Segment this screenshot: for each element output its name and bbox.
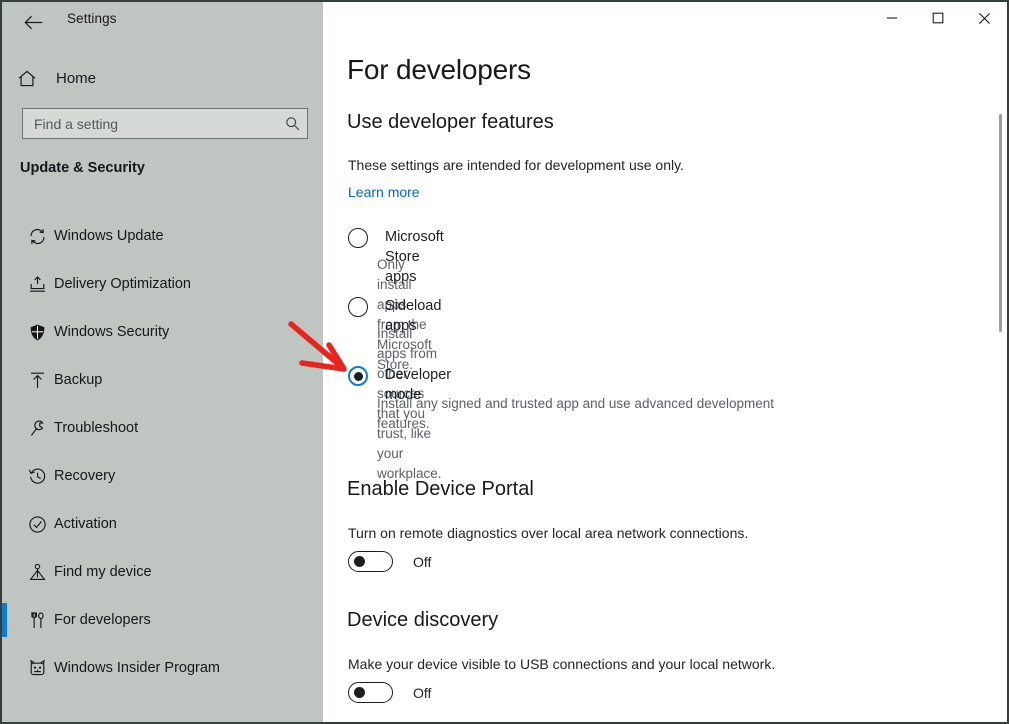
toggle-knob <box>354 687 365 698</box>
sidebar-category-title: Update & Security <box>20 160 145 176</box>
sidebar-item-label: Troubleshoot <box>54 420 139 436</box>
content-scrollbar[interactable] <box>997 36 1003 718</box>
radio-mark <box>348 228 368 248</box>
selection-indicator <box>2 219 7 253</box>
check-circle-icon <box>20 515 54 534</box>
search-box[interactable] <box>22 108 308 139</box>
search-icon[interactable] <box>277 109 307 138</box>
sidebar-item-label: Activation <box>54 516 117 532</box>
device-discovery-toggle-row: Off <box>348 682 431 703</box>
sidebar-item-troubleshoot[interactable]: Troubleshoot <box>2 404 323 452</box>
main-content: For developers Use developer features Th… <box>323 2 1007 722</box>
developer-features-heading: Use developer features <box>347 111 554 133</box>
sidebar-item-windows-insider-program[interactable]: Windows Insider Program <box>2 644 323 692</box>
dev-tools-icon <box>20 611 54 630</box>
search-input[interactable] <box>23 109 277 138</box>
device-discovery-heading: Device discovery <box>347 609 499 631</box>
selection-indicator <box>2 507 7 541</box>
device-discovery-toggle[interactable] <box>348 682 393 703</box>
selection-indicator <box>2 603 7 637</box>
sidebar-item-home-label: Home <box>56 69 97 87</box>
selection-indicator <box>2 651 7 685</box>
sidebar-item-windows-security[interactable]: Windows Security <box>2 308 323 356</box>
radio-mark <box>348 297 368 317</box>
sidebar-item-label: Windows Update <box>54 228 164 244</box>
app-title: Settings <box>67 11 117 26</box>
sidebar-item-label: Find my device <box>54 564 152 580</box>
device-portal-toggle-row: Off <box>348 551 431 572</box>
device-discovery-description: Make your device visible to USB connecti… <box>348 656 776 672</box>
sidebar: Settings Home Update & Security <box>2 2 323 722</box>
back-arrow-icon <box>23 15 42 29</box>
back-button[interactable] <box>16 8 50 36</box>
sidebar-item-for-developers[interactable]: For developers <box>2 596 323 644</box>
sidebar-item-label: Delivery Optimization <box>54 276 191 292</box>
selection-indicator <box>2 411 7 445</box>
shield-icon <box>20 323 54 342</box>
home-icon <box>18 70 56 87</box>
selection-indicator <box>2 459 7 493</box>
upload-arrow-icon <box>20 371 54 390</box>
sidebar-item-delivery-optimization[interactable]: Delivery Optimization <box>2 260 323 308</box>
page-title: For developers <box>347 54 531 85</box>
device-discovery-toggle-state: Off <box>413 684 432 701</box>
selection-indicator <box>2 267 7 301</box>
device-portal-description: Turn on remote diagnostics over local ar… <box>348 525 749 541</box>
learn-more-link[interactable]: Learn more <box>348 184 420 200</box>
settings-window: Settings Home Update & Security <box>0 0 1009 724</box>
sidebar-nav-list: Windows Update Delivery Optimization Win… <box>2 212 323 692</box>
sidebar-item-recovery[interactable]: Recovery <box>2 452 323 500</box>
selection-indicator <box>2 555 7 589</box>
radio-mark <box>348 366 368 386</box>
titlebar-left: Settings <box>2 2 323 42</box>
radio-description: Install any signed and trusted app and u… <box>377 396 775 431</box>
settings-content-pane: For developers Use developer features Th… <box>323 2 1007 722</box>
selection-indicator <box>2 315 7 349</box>
sync-refresh-icon <box>20 227 54 246</box>
sidebar-item-activation[interactable]: Activation <box>2 500 323 548</box>
wrench-icon <box>20 419 54 438</box>
location-person-icon <box>20 563 54 582</box>
sidebar-item-find-my-device[interactable]: Find my device <box>2 548 323 596</box>
sidebar-item-label: For developers <box>54 612 151 628</box>
device-portal-toggle[interactable] <box>348 551 393 572</box>
sidebar-item-windows-update[interactable]: Windows Update <box>2 212 323 260</box>
scrollbar-thumb[interactable] <box>998 114 1002 332</box>
sidebar-item-backup[interactable]: Backup <box>2 356 323 404</box>
selection-indicator <box>2 363 7 397</box>
sidebar-item-home[interactable]: Home <box>2 62 323 94</box>
sidebar-item-label: Windows Insider Program <box>54 660 220 676</box>
delivery-upload-icon <box>20 275 54 294</box>
developer-features-description: These settings are intended for developm… <box>348 157 684 173</box>
history-clock-icon <box>20 467 54 486</box>
sidebar-item-label: Recovery <box>54 468 116 484</box>
toggle-knob <box>354 556 365 567</box>
device-portal-heading: Enable Device Portal <box>347 478 534 500</box>
ninjacat-icon <box>20 659 54 678</box>
device-portal-toggle-state: Off <box>413 553 432 570</box>
sidebar-item-label: Windows Security <box>54 324 170 340</box>
sidebar-item-label: Backup <box>54 372 103 388</box>
